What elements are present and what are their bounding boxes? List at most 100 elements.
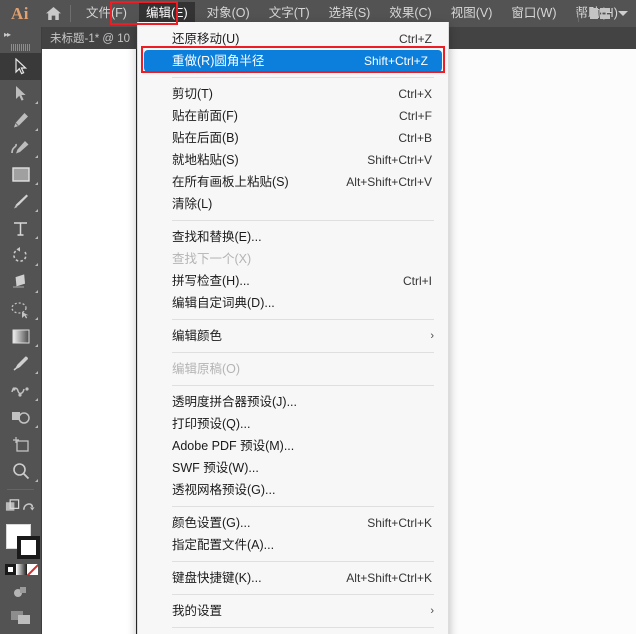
menu-item-paste-in-back[interactable]: 贴在后面(B) Ctrl+B [138,127,448,149]
menu-item-label: 打印预设(Q)... [172,417,251,431]
menu-item-label: 拼写检查(H)... [172,274,250,288]
menu-item-find-and-replace[interactable]: 查找和替换(E)... [138,226,448,248]
menu-separator [172,627,434,628]
document-tab[interactable]: 未标题-1* @ 10 [41,27,141,49]
flyout-indicator-icon[interactable] [35,425,38,428]
change-screen-mode-icon[interactable] [0,580,41,605]
mode-row [0,494,41,518]
arrange-documents-icon[interactable] [0,605,41,630]
menu-item-transparency-flattener-presets[interactable]: 透明度拼合器预设(J)... [138,391,448,413]
rotate-tool[interactable] [0,242,41,269]
menu-item-edit-custom-dictionary[interactable]: 编辑自定词典(D)... [138,292,448,314]
workspace-layout-icon [590,8,610,19]
menubar-divider [70,5,71,22]
color-mode-swatches [5,564,38,575]
eyedropper-tool[interactable] [0,350,41,377]
menu-item-find-next: 查找下一个(X) [138,248,448,270]
direct-selection-tool[interactable] [0,80,41,107]
menu-item-redo-corner-radius[interactable]: 重做(R)圆角半径 Shift+Ctrl+Z [144,50,442,72]
menu-item-swf-presets[interactable]: SWF 预设(W)... [138,457,448,479]
menu-item-perspective-grid-presets[interactable]: 透视网格预设(G)... [138,479,448,501]
menu-separator [172,561,434,562]
none-swatch[interactable] [27,564,38,575]
menu-item-paste-in-place[interactable]: 就地粘贴(S) Shift+Ctrl+V [138,149,448,171]
menu-item-clear[interactable]: 清除(L) [138,193,448,215]
stroke-swatch[interactable] [17,536,40,559]
menu-item-color-settings[interactable]: 颜色设置(G)... Shift+Ctrl+K [138,512,448,534]
menu-item-label: 就地粘贴(S) [172,153,239,167]
paintbrush-tool[interactable] [0,188,41,215]
menu-item-label: Adobe PDF 预设(M)... [172,439,295,453]
selection-tool[interactable] [0,53,41,80]
type-tool[interactable] [0,215,41,242]
menu-item-label: 编辑自定词典(D)... [172,296,275,310]
menu-file[interactable]: 文件(F) [79,2,134,26]
menu-item-print-presets[interactable]: 打印预设(Q)... [138,413,448,435]
menu-item-paste-on-all-artboards[interactable]: 在所有画板上粘贴(S) Alt+Shift+Ctrl+V [138,171,448,193]
menu-view[interactable]: 视图(V) [444,2,500,26]
artboard-tool[interactable] [0,431,41,458]
submenu-chevron-icon: › [430,605,434,617]
curvature-tool[interactable] [0,134,41,161]
menu-item-label: 键盘快捷键(K)... [172,571,262,585]
blend-tool[interactable] [0,377,41,404]
flyout-indicator-icon[interactable] [35,209,38,212]
tools-drag-grip[interactable] [0,41,41,53]
menu-item-label: 贴在前面(F) [172,109,238,123]
flyout-indicator-icon[interactable] [35,398,38,401]
menu-item-check-spelling[interactable]: 拼写检查(H)... Ctrl+I [138,270,448,292]
menu-item-label: 透视网格预设(G)... [172,483,276,497]
artboard[interactable] [44,49,138,634]
flyout-indicator-icon[interactable] [35,101,38,104]
gradient-swatch[interactable] [16,564,27,575]
home-icon[interactable] [40,6,66,21]
menu-item-adobe-pdf-presets[interactable]: Adobe PDF 预设(M)... [138,435,448,457]
menu-item-shortcut: Ctrl+Z [399,32,432,46]
gradient-tool[interactable] [0,323,41,350]
chevron-down-icon[interactable] [618,11,628,16]
edit-dropdown-menu: 还原移动(U) Ctrl+Z 重做(R)圆角半径 Shift+Ctrl+Z 剪切… [137,22,449,634]
menu-item-label: 贴在后面(B) [172,131,239,145]
menu-item-paste-in-front[interactable]: 贴在前面(F) Ctrl+F [138,105,448,127]
menu-item-label: 剪切(T) [172,87,213,101]
menu-item-edit-original: 编辑原稿(O) [138,358,448,380]
menu-item-assign-profile[interactable]: 指定配置文件(A)... [138,534,448,556]
flyout-indicator-icon[interactable] [35,182,38,185]
menu-item-label: 在所有画板上粘贴(S) [172,175,289,189]
menu-item-label: 查找下一个(X) [172,252,252,266]
flyout-indicator-icon[interactable] [35,479,38,482]
submenu-chevron-icon: › [430,330,434,342]
flyout-indicator-icon[interactable] [35,371,38,374]
flyout-indicator-icon[interactable] [35,128,38,131]
flyout-indicator-icon[interactable] [35,290,38,293]
workspace-switcher[interactable] [578,0,628,27]
flyout-indicator-icon[interactable] [35,317,38,320]
toolbar-separator [7,489,34,490]
menu-separator [172,220,434,221]
menu-item-shortcut: Alt+Shift+Ctrl+K [346,571,432,585]
pen-tool[interactable] [0,107,41,134]
flyout-indicator-icon[interactable] [35,236,38,239]
rectangle-tool[interactable] [0,161,41,188]
more-tools-button[interactable] [0,630,41,634]
menu-item-shortcut: Ctrl+B [398,131,432,145]
menu-window[interactable]: 窗口(W) [504,2,563,26]
menu-item-undo-move[interactable]: 还原移动(U) Ctrl+Z [138,28,448,50]
eraser-tool[interactable] [0,269,41,296]
tools-panel: ▸▸ [0,27,42,634]
menu-item-shortcut: Shift+Ctrl+Z [363,54,428,68]
flyout-indicator-icon[interactable] [35,155,38,158]
tools-collapse-button[interactable]: ▸▸ [0,27,41,41]
color-swatch[interactable] [5,564,16,575]
shape-builder-tool[interactable] [0,404,41,431]
flyout-indicator-icon[interactable] [35,263,38,266]
flyout-indicator-icon[interactable] [35,344,38,347]
menu-item-cut[interactable]: 剪切(T) Ctrl+X [138,83,448,105]
lasso-tool[interactable] [0,296,41,323]
menu-item-keyboard-shortcuts[interactable]: 键盘快捷键(K)... Alt+Shift+Ctrl+K [138,567,448,589]
menu-item-label: 我的设置 [172,604,223,618]
menu-item-my-settings[interactable]: 我的设置 › [138,600,448,622]
ai-logo: Ai [11,4,29,23]
zoom-tool[interactable] [0,458,41,485]
menu-item-edit-colors[interactable]: 编辑颜色 › [138,325,448,347]
